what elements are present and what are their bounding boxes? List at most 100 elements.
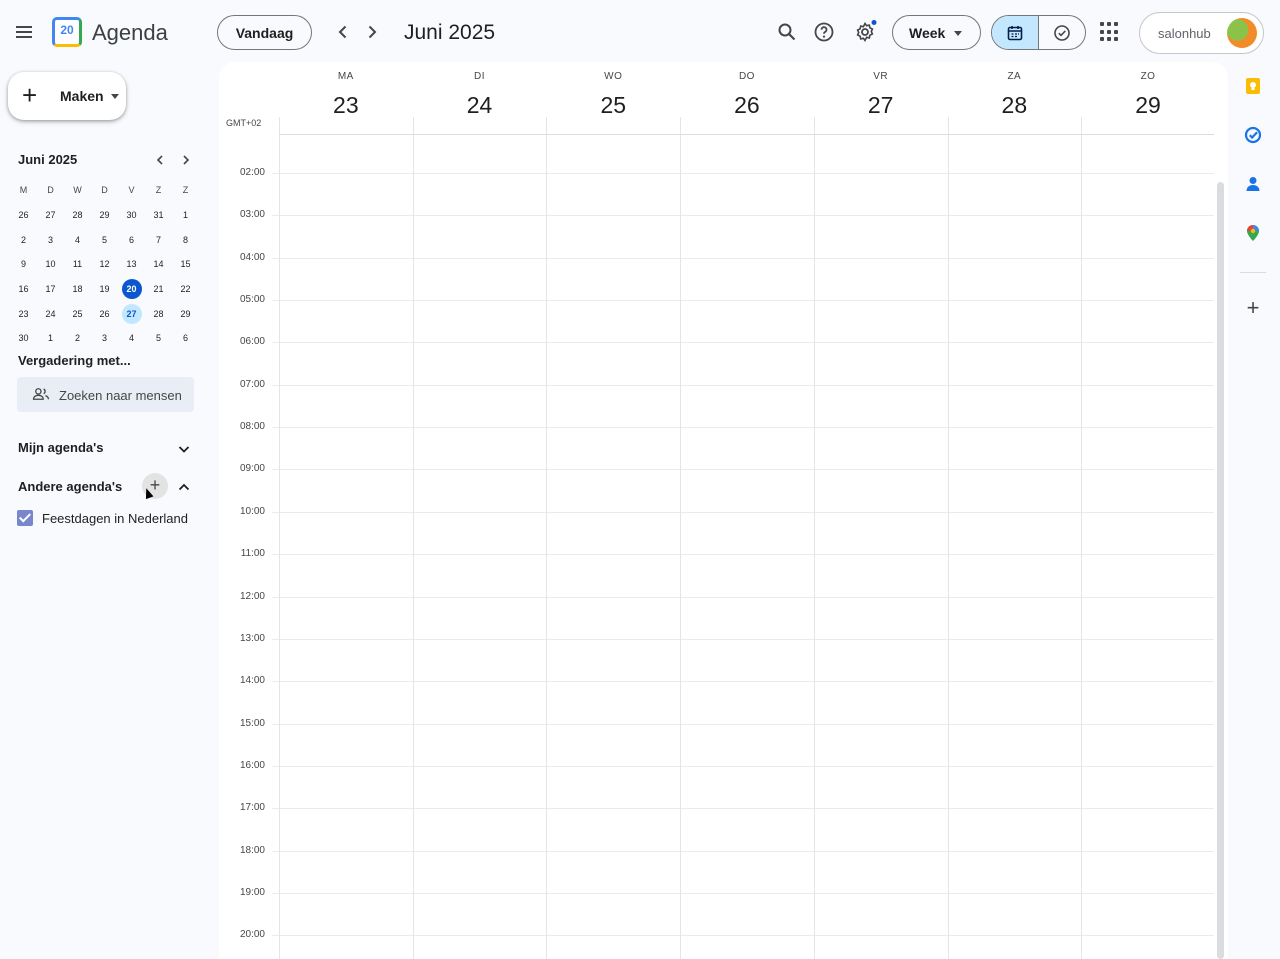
mini-day[interactable]: 29	[172, 304, 199, 324]
mini-day[interactable]: 24	[37, 304, 64, 324]
calendar-checkbox[interactable]	[17, 510, 33, 526]
view-toggle	[991, 15, 1086, 50]
mini-day[interactable]: 4	[64, 230, 91, 250]
day-column-divider	[279, 135, 280, 959]
create-button[interactable]: + Maken	[8, 72, 126, 120]
mini-day[interactable]: 5	[145, 328, 172, 348]
mini-day[interactable]: 15	[172, 254, 199, 274]
my-calendars-section[interactable]: Mijn agenda's	[18, 436, 198, 460]
mini-day[interactable]: 20	[121, 279, 142, 300]
mini-day[interactable]: 3	[37, 230, 64, 250]
search-people-field[interactable]: Zoeken naar mensen	[17, 377, 194, 412]
mini-day[interactable]: 16	[10, 279, 37, 299]
mini-day[interactable]: 26	[10, 205, 37, 225]
apps-grid-icon[interactable]	[1100, 22, 1120, 42]
calendar-view-toggle[interactable]	[992, 16, 1039, 49]
mini-day[interactable]: 2	[10, 230, 37, 250]
weekday-head: M	[19, 185, 28, 196]
mini-day[interactable]: 19	[91, 279, 118, 299]
contacts-icon[interactable]	[1244, 175, 1262, 193]
day-header[interactable]: ZA 28	[948, 62, 1082, 134]
mini-day[interactable]: 25	[64, 304, 91, 324]
keep-icon[interactable]	[1244, 77, 1262, 95]
mini-day[interactable]: 22	[172, 279, 199, 299]
hour-label: 08:00	[239, 421, 265, 433]
mini-day[interactable]: 3	[91, 328, 118, 348]
mini-day[interactable]: 1	[37, 328, 64, 348]
mini-calendar-title: Juni 2025	[18, 152, 78, 167]
mini-prev-icon[interactable]	[151, 152, 169, 168]
mini-day[interactable]: 21	[145, 279, 172, 299]
mini-day[interactable]: 13	[118, 254, 145, 274]
mini-day[interactable]: 29	[91, 205, 118, 225]
hour-label: 10:00	[239, 505, 265, 517]
mini-day[interactable]: 11	[64, 254, 91, 274]
mini-day[interactable]: 23	[10, 304, 37, 324]
mini-day[interactable]: 26	[91, 304, 118, 324]
today-button[interactable]: Vandaag	[217, 15, 312, 50]
mini-day[interactable]: 27	[37, 205, 64, 225]
mini-day[interactable]: 6	[118, 230, 145, 250]
day-header[interactable]: MA 23	[279, 62, 413, 134]
gear-icon[interactable]	[853, 20, 877, 44]
chevron-right-icon[interactable]	[360, 20, 384, 44]
mini-day[interactable]: 31	[145, 205, 172, 225]
weekday-head: Z	[155, 185, 162, 196]
mini-day[interactable]: 27	[121, 303, 142, 324]
add-icon[interactable]: +	[1243, 297, 1263, 319]
help-icon[interactable]	[812, 20, 836, 44]
mini-day[interactable]: 28	[145, 304, 172, 324]
day-number[interactable]: 26	[680, 92, 814, 119]
tasks-view-toggle[interactable]	[1039, 16, 1085, 49]
scrollbar[interactable]	[1217, 182, 1224, 959]
mini-day[interactable]: 10	[37, 254, 64, 274]
day-number[interactable]: 23	[279, 92, 413, 119]
day-header[interactable]: ZO 29	[1081, 62, 1215, 134]
hour-label: 02:00	[239, 167, 265, 178]
search-icon[interactable]	[775, 20, 799, 44]
maps-icon[interactable]	[1244, 224, 1262, 242]
day-number[interactable]: 28	[948, 92, 1082, 119]
day-header[interactable]: WO 25	[546, 62, 680, 134]
time-grid[interactable]: 02:00 03:00 04:00 05:00 06:00 07:00 08:00 09:00…	[219, 135, 1228, 959]
view-select[interactable]: Week	[892, 15, 981, 50]
mini-day[interactable]: 1	[172, 205, 199, 225]
chevron-down-icon[interactable]	[176, 441, 192, 457]
create-label: Maken	[60, 88, 104, 104]
account-chip[interactable]: salonhub	[1139, 12, 1264, 54]
mini-day[interactable]: 9	[10, 254, 37, 274]
mini-day[interactable]: 6	[172, 328, 199, 348]
day-header[interactable]: DI 24	[413, 62, 547, 134]
hour-label: 15:00	[239, 717, 265, 729]
tasks-icon[interactable]	[1244, 126, 1262, 144]
mini-day[interactable]: 30	[118, 205, 145, 225]
mini-day[interactable]: 28	[64, 205, 91, 225]
mini-day[interactable]: 12	[91, 254, 118, 274]
chevron-up-icon[interactable]	[176, 479, 192, 495]
hour-label: 17:00	[239, 802, 265, 814]
mini-next-icon[interactable]	[177, 152, 195, 168]
mini-day[interactable]: 18	[64, 279, 91, 299]
column-divider	[813, 117, 815, 134]
other-calendars-section[interactable]: Andere agenda's	[18, 475, 198, 499]
day-number[interactable]: 25	[546, 92, 680, 119]
mini-day[interactable]: 17	[37, 279, 64, 299]
day-header[interactable]: DO 26	[680, 62, 814, 134]
day-of-week: WO	[604, 71, 623, 82]
chevron-left-icon[interactable]	[331, 20, 355, 44]
mini-day[interactable]: 14	[145, 254, 172, 274]
mini-day[interactable]: 2	[64, 328, 91, 348]
day-number[interactable]: 24	[413, 92, 547, 119]
day-header[interactable]: VR 27	[814, 62, 948, 134]
mini-day[interactable]: 5	[91, 230, 118, 250]
mini-day[interactable]: 4	[118, 328, 145, 348]
weekday-head: D	[101, 185, 108, 196]
menu-icon[interactable]	[12, 20, 36, 44]
search-people-label: Zoeken naar mensen	[59, 388, 182, 403]
avatar[interactable]	[1227, 18, 1257, 48]
mini-day[interactable]: 30	[10, 328, 37, 348]
day-number[interactable]: 27	[814, 92, 948, 119]
day-number[interactable]: 29	[1081, 92, 1215, 119]
mini-day[interactable]: 8	[172, 230, 199, 250]
mini-day[interactable]: 7	[145, 230, 172, 250]
